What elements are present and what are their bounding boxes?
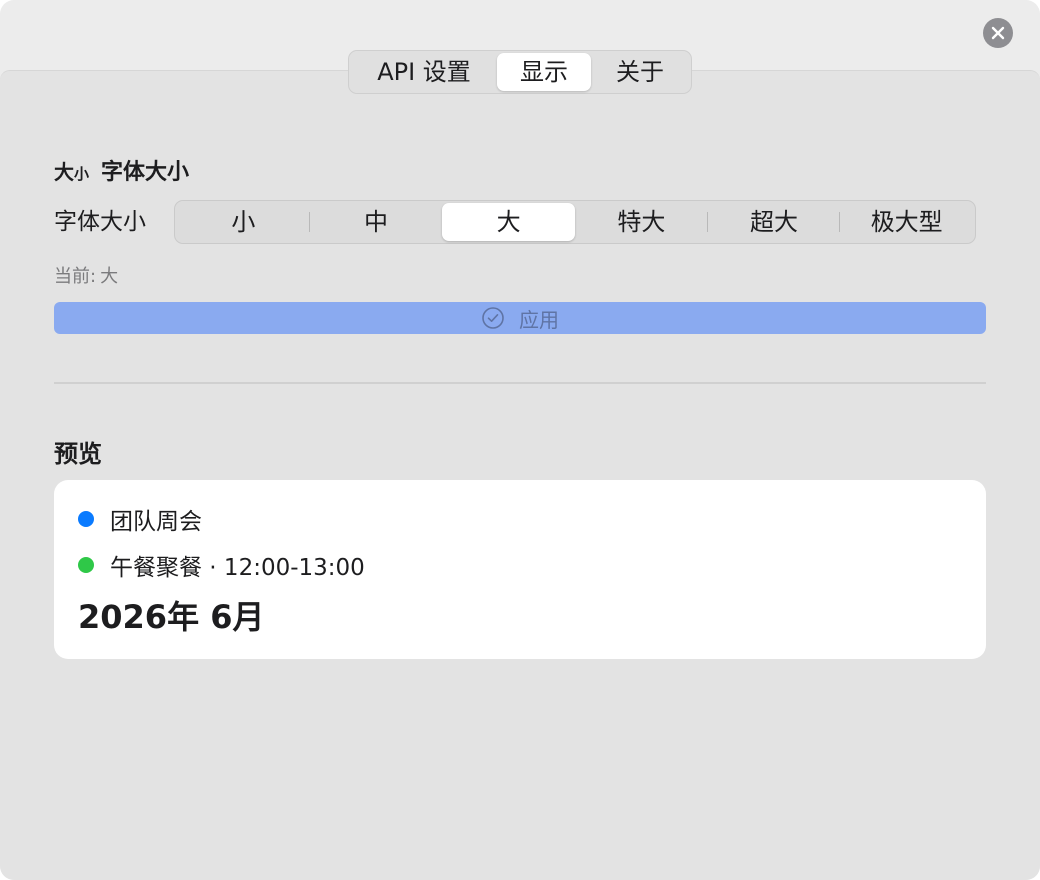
current-font-size: 当前: 大 [54, 262, 118, 288]
font-size-option-xxlarge[interactable]: 超大 [708, 203, 841, 241]
checkmark-circle-icon [482, 307, 504, 329]
event-color-dot [78, 557, 94, 573]
preview-title: 预览 [54, 440, 102, 468]
preview-event: 团队周会 [78, 502, 202, 536]
event-title: 团队周会 [110, 509, 202, 535]
font-size-segmented-control: 小 中 大 特大 超大 极大型 [174, 200, 976, 244]
font-size-option-medium[interactable]: 中 [310, 203, 443, 241]
apply-button-label: 应用 [519, 307, 559, 332]
tab-api-settings[interactable]: API 设置 [351, 53, 497, 91]
font-size-option-small[interactable]: 小 [177, 203, 310, 241]
settings-panel [0, 70, 1040, 880]
preview-event: 午餐聚餐 · 12:00-13:00 [78, 548, 365, 582]
font-size-option-xlarge[interactable]: 特大 [575, 203, 708, 241]
event-color-dot [78, 511, 94, 527]
tab-display[interactable]: 显示 [497, 53, 591, 91]
tab-bar: API 设置 显示 关于 [348, 50, 692, 94]
font-size-option-huge[interactable]: 极大型 [840, 203, 973, 241]
section-divider [54, 382, 986, 384]
settings-window: API 设置 显示 关于 大小 字体大小 字体大小 小 中 大 特大 超大 极大… [0, 0, 1040, 880]
preview-month: 2026年 6月 [78, 598, 265, 636]
section-title-text: 字体大小 [101, 160, 190, 185]
preview-card: 团队周会 午餐聚餐 · 12:00-13:00 2026年 6月 [54, 480, 986, 659]
font-size-option-large[interactable]: 大 [442, 203, 576, 241]
current-prefix: 当前: [54, 266, 97, 287]
font-size-section-title: 大小 字体大小 [54, 154, 189, 186]
current-value: 大 [100, 266, 119, 287]
font-size-label: 字体大小 [54, 209, 146, 235]
apply-button[interactable]: 应用 [54, 302, 986, 334]
tab-about[interactable]: 关于 [591, 53, 689, 91]
font-size-icon: 大小 [54, 159, 90, 184]
close-button[interactable] [983, 18, 1013, 48]
close-icon [991, 26, 1005, 40]
event-title: 午餐聚餐 · 12:00-13:00 [110, 555, 365, 581]
